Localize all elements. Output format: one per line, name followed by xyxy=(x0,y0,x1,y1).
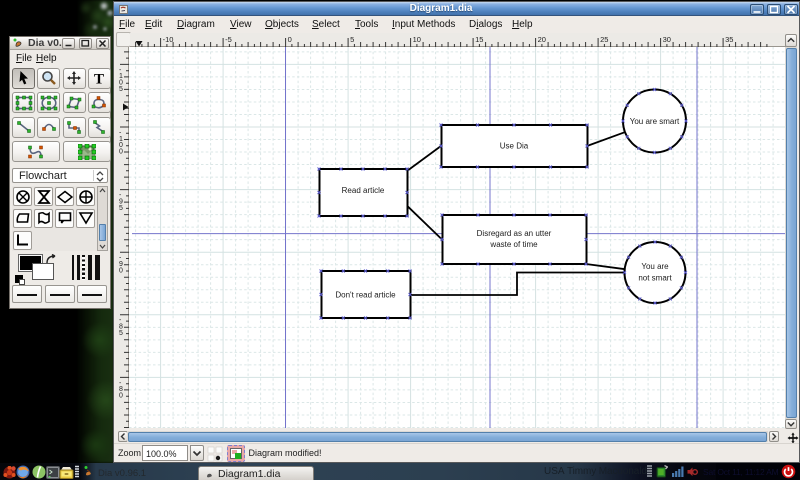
svg-text:0: 0 xyxy=(119,267,123,274)
svg-text:25: 25 xyxy=(600,35,608,44)
svg-text:10: 10 xyxy=(413,35,421,44)
svg-text:0: 0 xyxy=(119,393,123,400)
svg-text:Use Dia: Use Dia xyxy=(500,142,529,151)
svg-text:Disregard as an utter: Disregard as an utter xyxy=(477,229,552,238)
svg-text:30: 30 xyxy=(663,35,671,44)
svg-text:Read article: Read article xyxy=(342,186,385,195)
svg-text:waste of time: waste of time xyxy=(489,240,538,249)
svg-text:-10: -10 xyxy=(163,35,174,44)
svg-text:5: 5 xyxy=(119,330,123,337)
svg-text:5: 5 xyxy=(119,205,123,212)
svg-text:20: 20 xyxy=(538,35,546,44)
svg-text:0: 0 xyxy=(119,149,123,156)
svg-text:T: T xyxy=(94,72,104,86)
svg-text:15: 15 xyxy=(475,35,483,44)
svg-text:5: 5 xyxy=(350,35,354,44)
svg-text:You are: You are xyxy=(641,262,669,271)
svg-text:0: 0 xyxy=(288,35,292,44)
svg-text:-5: -5 xyxy=(225,35,232,44)
svg-text:5: 5 xyxy=(119,86,123,93)
svg-text:You are smart: You are smart xyxy=(630,117,680,126)
svg-text:Don't read article: Don't read article xyxy=(335,291,396,300)
svg-text:35: 35 xyxy=(725,35,733,44)
svg-text:not smart: not smart xyxy=(638,274,672,283)
